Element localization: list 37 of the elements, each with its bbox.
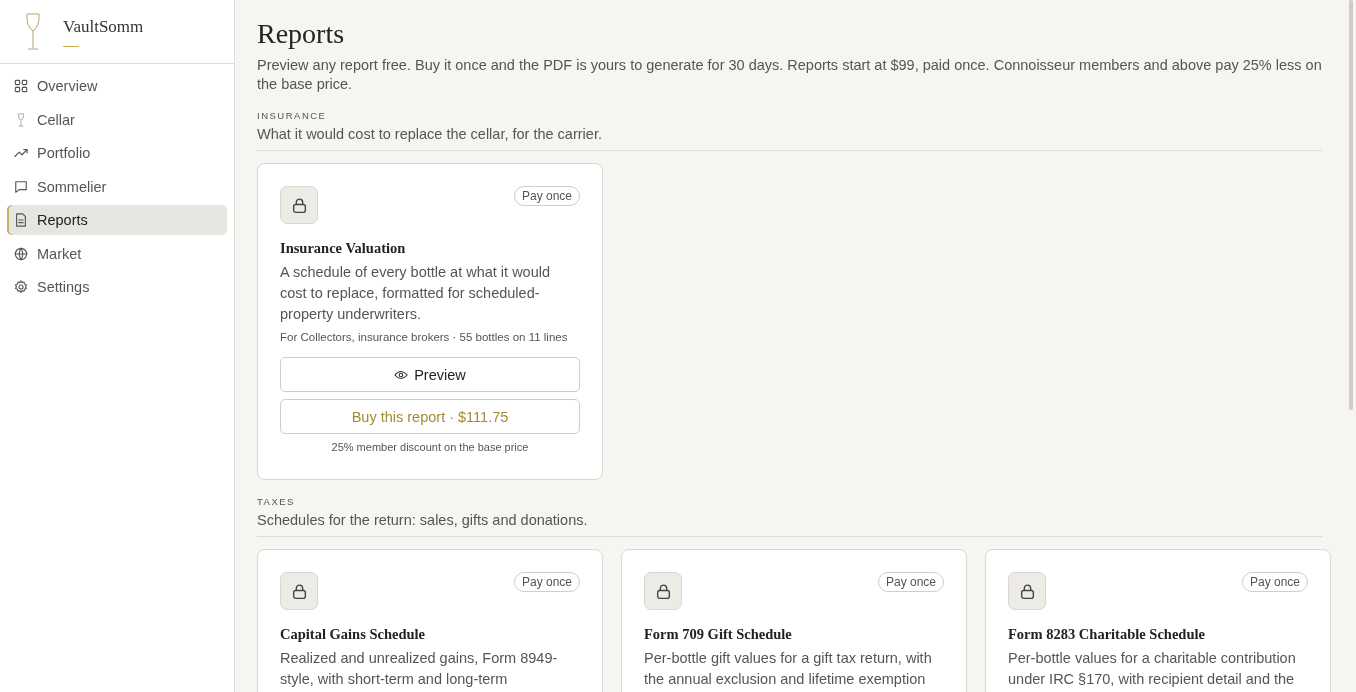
trend-line-icon bbox=[14, 146, 28, 160]
section-subtitle: Schedules for the return: sales, gifts and donations. bbox=[257, 512, 1322, 537]
discount-note: 25% member discount on the base price bbox=[330, 441, 530, 453]
report-title: Form 709 Gift Schedule bbox=[644, 626, 793, 643]
sidebar-item[interactable]: Settings bbox=[7, 272, 227, 302]
section-label: INSURANCE bbox=[257, 110, 328, 121]
sidebar-item[interactable]: Market bbox=[7, 238, 227, 269]
grid-icon bbox=[14, 79, 28, 93]
settings-icon bbox=[14, 280, 28, 294]
report-meta: For Collectors, insurance brokers · 55 bottles on 11 lines bbox=[280, 331, 569, 343]
scrollbar-thumb[interactable] bbox=[1349, 0, 1353, 410]
sidebar-item[interactable]: Portfolio bbox=[7, 138, 227, 168]
sidebar-item[interactable]: Overview bbox=[7, 71, 227, 101]
report-title: Capital Gains Schedule bbox=[280, 626, 427, 643]
lock-icon bbox=[1008, 572, 1046, 610]
section-label: TAXES bbox=[257, 496, 296, 507]
lock-icon bbox=[280, 572, 318, 610]
report-title: Insurance Valuation bbox=[280, 240, 407, 257]
page-intro: Preview any report free. Buy it once and the PDF is yours to generate for 30 days. Reports start at $99, paid once. Connoisseur members and above pay 25% less on the base price. bbox=[257, 56, 1322, 94]
brand-name: VaultSomm bbox=[63, 16, 144, 37]
preview-button[interactable]: Preview bbox=[280, 357, 580, 392]
report-title: Form 8283 Charitable Schedule bbox=[1008, 626, 1206, 643]
report-description: A schedule of every bottle at what it would cost to replace, formatted for scheduled-property underwriters. bbox=[280, 263, 552, 324]
chat-bubble-icon bbox=[14, 179, 28, 194]
report-description: Per-bottle values for a charitable contribution under IRC §170, with recipient detail and the bbox=[1008, 649, 1297, 689]
wine-glass-logo-icon bbox=[25, 11, 41, 52]
lock-icon bbox=[280, 186, 318, 224]
document-icon bbox=[14, 213, 28, 227]
report-description: Per-bottle gift values for a gift tax return, with the annual exclusion and lifetime exemption bbox=[644, 649, 933, 689]
sidebar-item[interactable]: Cellar bbox=[7, 104, 227, 135]
page-title: Reports bbox=[257, 18, 346, 50]
sidebar-item[interactable]: Reports bbox=[7, 205, 227, 235]
sidebar-item[interactable]: Sommelier bbox=[7, 171, 227, 202]
section-subtitle: What it would cost to replace the cellar, for the carrier. bbox=[257, 126, 1322, 151]
globe-icon bbox=[14, 246, 28, 261]
report-description: Realized and unrealized gains, Form 8949-style, with short-term and long-term bbox=[280, 649, 559, 689]
lock-icon bbox=[644, 572, 682, 610]
